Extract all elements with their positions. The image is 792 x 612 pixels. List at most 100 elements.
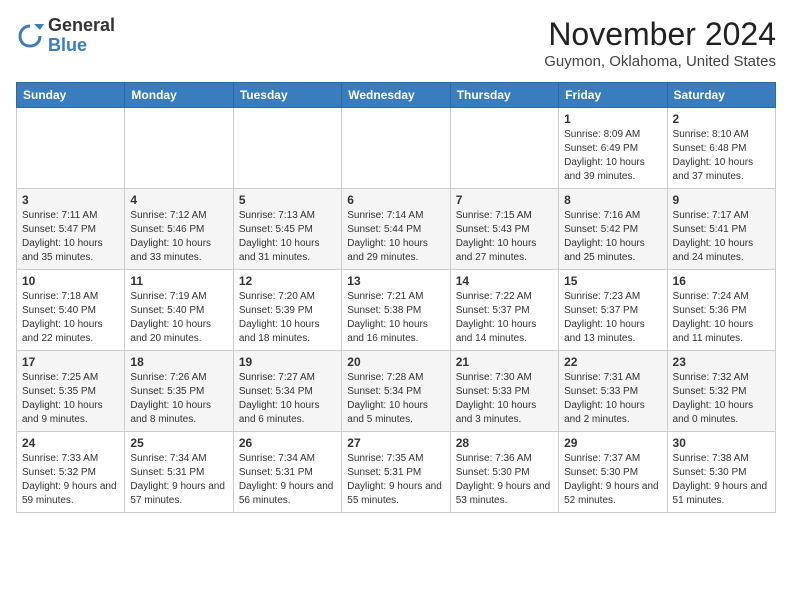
day-number: 19 — [239, 355, 336, 369]
day-number: 25 — [130, 436, 227, 450]
day-info: Sunrise: 7:33 AM Sunset: 5:32 PM Dayligh… — [22, 452, 119, 508]
day-number: 13 — [347, 274, 444, 288]
day-number: 24 — [22, 436, 119, 450]
calendar-cell — [450, 108, 558, 189]
logo-icon — [16, 22, 44, 50]
day-number: 27 — [347, 436, 444, 450]
title-block: November 2024 Guymon, Oklahoma, United S… — [544, 16, 776, 70]
day-info: Sunrise: 7:30 AM Sunset: 5:33 PM Dayligh… — [456, 371, 553, 427]
day-info: Sunrise: 7:35 AM Sunset: 5:31 PM Dayligh… — [347, 452, 444, 508]
day-info: Sunrise: 8:10 AM Sunset: 6:48 PM Dayligh… — [673, 128, 770, 184]
day-number: 16 — [673, 274, 770, 288]
calendar-cell: 1 Sunrise: 8:09 AM Sunset: 6:49 PM Daylig… — [559, 108, 667, 189]
calendar-week-row: 24 Sunrise: 7:33 AM Sunset: 5:32 PM Dayli… — [17, 432, 776, 513]
day-info: Sunrise: 7:34 AM Sunset: 5:31 PM Dayligh… — [130, 452, 227, 508]
calendar-cell: 10Sunrise: 7:18 AM Sunset: 5:40 PM Dayli… — [17, 270, 125, 351]
logo-blue: Blue — [48, 36, 115, 56]
calendar-table: SundayMondayTuesdayWednesdayThursdayFrid… — [16, 82, 776, 513]
calendar-cell: 17 Sunrise: 7:25 AM Sunset: 5:35 PM Dayli… — [17, 351, 125, 432]
calendar-header-row: SundayMondayTuesdayWednesdayThursdayFrid… — [17, 83, 776, 108]
day-number: 1 — [564, 112, 661, 126]
weekday-header: Friday — [559, 83, 667, 108]
day-info: Sunrise: 7:14 AM Sunset: 5:44 PM Dayligh… — [347, 209, 444, 265]
calendar-cell: 3Sunrise: 7:11 AM Sunset: 5:47 PM Daylig… — [17, 189, 125, 270]
calendar-cell: 13 Sunrise: 7:21 AM Sunset: 5:38 PM Dayli… — [342, 270, 450, 351]
calendar-cell: 18Sunrise: 7:26 AM Sunset: 5:35 PM Dayli… — [125, 351, 233, 432]
calendar-cell — [342, 108, 450, 189]
day-info: Sunrise: 7:36 AM Sunset: 5:30 PM Dayligh… — [456, 452, 553, 508]
day-number: 20 — [347, 355, 444, 369]
day-number: 9 — [673, 193, 770, 207]
calendar-cell — [17, 108, 125, 189]
day-number: 5 — [239, 193, 336, 207]
day-number: 14 — [456, 274, 553, 288]
day-number: 23 — [673, 355, 770, 369]
day-number: 8 — [564, 193, 661, 207]
calendar-cell: 5 Sunrise: 7:13 AM Sunset: 5:45 PM Daylig… — [233, 189, 341, 270]
day-info: Sunrise: 7:12 AM Sunset: 5:46 PM Dayligh… — [130, 209, 227, 265]
calendar-cell: 14 Sunrise: 7:22 AM Sunset: 5:37 PM Dayli… — [450, 270, 558, 351]
calendar-cell: 23 Sunrise: 7:32 AM Sunset: 5:32 PM Dayli… — [667, 351, 775, 432]
day-info: Sunrise: 7:32 AM Sunset: 5:32 PM Dayligh… — [673, 371, 770, 427]
day-info: Sunrise: 7:34 AM Sunset: 5:31 PM Dayligh… — [239, 452, 336, 508]
day-info: Sunrise: 7:16 AM Sunset: 5:42 PM Dayligh… — [564, 209, 661, 265]
calendar-cell: 24 Sunrise: 7:33 AM Sunset: 5:32 PM Dayli… — [17, 432, 125, 513]
day-number: 12 — [239, 274, 336, 288]
month-title: November 2024 — [544, 16, 776, 53]
day-info: Sunrise: 7:21 AM Sunset: 5:38 PM Dayligh… — [347, 290, 444, 346]
calendar-week-row: 1 Sunrise: 8:09 AM Sunset: 6:49 PM Daylig… — [17, 108, 776, 189]
weekday-header: Tuesday — [233, 83, 341, 108]
page-header: General Blue November 2024 Guymon, Oklah… — [16, 16, 776, 70]
day-number: 4 — [130, 193, 227, 207]
day-info: Sunrise: 7:11 AM Sunset: 5:47 PM Dayligh… — [22, 209, 119, 265]
calendar-cell — [125, 108, 233, 189]
calendar-cell: 11Sunrise: 7:19 AM Sunset: 5:40 PM Dayli… — [125, 270, 233, 351]
calendar-cell: 7 Sunrise: 7:15 AM Sunset: 5:43 PM Daylig… — [450, 189, 558, 270]
calendar-cell: 9 Sunrise: 7:17 AM Sunset: 5:41 PM Daylig… — [667, 189, 775, 270]
day-info: Sunrise: 7:18 AM Sunset: 5:40 PM Dayligh… — [22, 290, 119, 346]
day-info: Sunrise: 7:23 AM Sunset: 5:37 PM Dayligh… — [564, 290, 661, 346]
day-info: Sunrise: 7:20 AM Sunset: 5:39 PM Dayligh… — [239, 290, 336, 346]
calendar-cell: 30Sunrise: 7:38 AM Sunset: 5:30 PM Dayli… — [667, 432, 775, 513]
day-number: 30 — [673, 436, 770, 450]
day-number: 15 — [564, 274, 661, 288]
calendar-cell: 2Sunrise: 8:10 AM Sunset: 6:48 PM Daylig… — [667, 108, 775, 189]
calendar-week-row: 3Sunrise: 7:11 AM Sunset: 5:47 PM Daylig… — [17, 189, 776, 270]
calendar-cell: 8 Sunrise: 7:16 AM Sunset: 5:42 PM Daylig… — [559, 189, 667, 270]
calendar-cell: 28 Sunrise: 7:36 AM Sunset: 5:30 PM Dayli… — [450, 432, 558, 513]
weekday-header: Monday — [125, 83, 233, 108]
day-number: 29 — [564, 436, 661, 450]
day-number: 28 — [456, 436, 553, 450]
logo-general: General — [48, 16, 115, 36]
calendar-cell: 27 Sunrise: 7:35 AM Sunset: 5:31 PM Dayli… — [342, 432, 450, 513]
location: Guymon, Oklahoma, United States — [544, 53, 776, 70]
calendar-cell: 25 Sunrise: 7:34 AM Sunset: 5:31 PM Dayli… — [125, 432, 233, 513]
weekday-header: Sunday — [17, 83, 125, 108]
day-number: 17 — [22, 355, 119, 369]
day-info: Sunrise: 7:26 AM Sunset: 5:35 PM Dayligh… — [130, 371, 227, 427]
day-number: 11 — [130, 274, 227, 288]
day-number: 21 — [456, 355, 553, 369]
calendar-cell: 19Sunrise: 7:27 AM Sunset: 5:34 PM Dayli… — [233, 351, 341, 432]
calendar-cell: 16Sunrise: 7:24 AM Sunset: 5:36 PM Dayli… — [667, 270, 775, 351]
calendar-week-row: 17 Sunrise: 7:25 AM Sunset: 5:35 PM Dayli… — [17, 351, 776, 432]
calendar-cell: 12 Sunrise: 7:20 AM Sunset: 5:39 PM Dayli… — [233, 270, 341, 351]
day-number: 7 — [456, 193, 553, 207]
day-number: 6 — [347, 193, 444, 207]
day-info: Sunrise: 7:15 AM Sunset: 5:43 PM Dayligh… — [456, 209, 553, 265]
day-info: Sunrise: 8:09 AM Sunset: 6:49 PM Dayligh… — [564, 128, 661, 184]
day-info: Sunrise: 7:25 AM Sunset: 5:35 PM Dayligh… — [22, 371, 119, 427]
calendar-cell: 26 Sunrise: 7:34 AM Sunset: 5:31 PM Dayli… — [233, 432, 341, 513]
calendar-cell: 4 Sunrise: 7:12 AM Sunset: 5:46 PM Daylig… — [125, 189, 233, 270]
calendar-cell: 29Sunrise: 7:37 AM Sunset: 5:30 PM Dayli… — [559, 432, 667, 513]
day-number: 26 — [239, 436, 336, 450]
calendar-cell: 6 Sunrise: 7:14 AM Sunset: 5:44 PM Daylig… — [342, 189, 450, 270]
day-info: Sunrise: 7:31 AM Sunset: 5:33 PM Dayligh… — [564, 371, 661, 427]
calendar-cell: 20Sunrise: 7:28 AM Sunset: 5:34 PM Dayli… — [342, 351, 450, 432]
calendar-cell: 15 Sunrise: 7:23 AM Sunset: 5:37 PM Dayli… — [559, 270, 667, 351]
day-info: Sunrise: 7:22 AM Sunset: 5:37 PM Dayligh… — [456, 290, 553, 346]
weekday-header: Thursday — [450, 83, 558, 108]
calendar-cell: 22Sunrise: 7:31 AM Sunset: 5:33 PM Dayli… — [559, 351, 667, 432]
day-info: Sunrise: 7:17 AM Sunset: 5:41 PM Dayligh… — [673, 209, 770, 265]
day-info: Sunrise: 7:13 AM Sunset: 5:45 PM Dayligh… — [239, 209, 336, 265]
